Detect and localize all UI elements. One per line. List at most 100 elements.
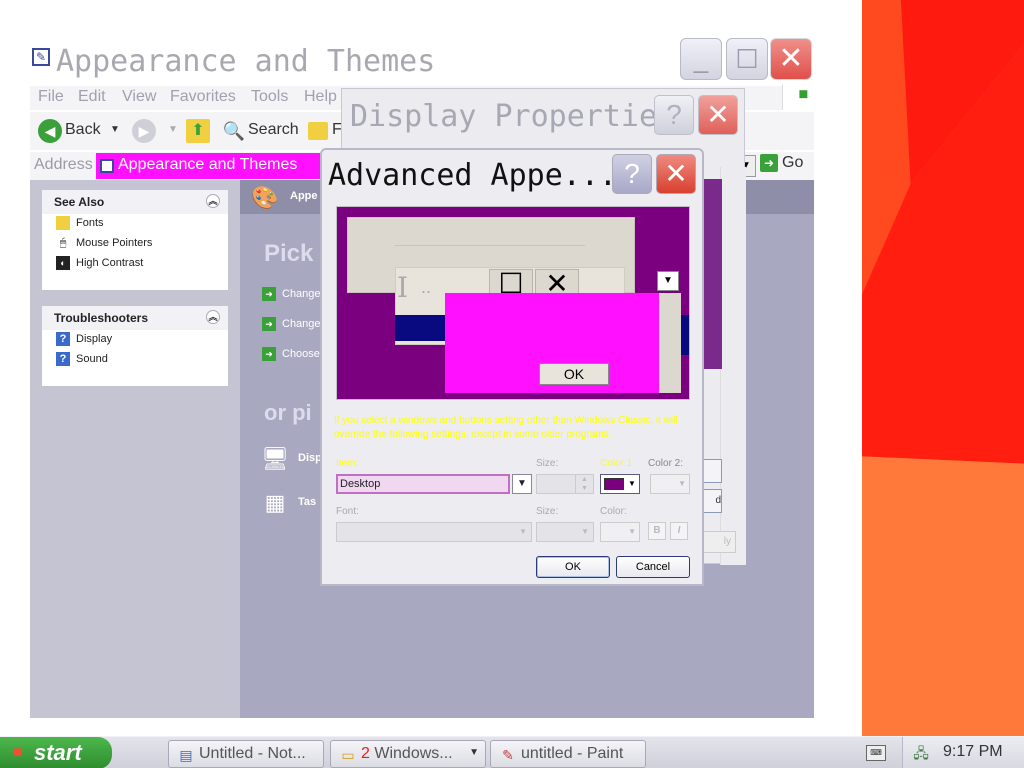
taskbar-button-notepad[interactable]: ▤ Untitled - Not... [168, 740, 324, 768]
preview-dropdown-icon: ▼ [657, 271, 679, 291]
clock[interactable]: 9:17 PM [943, 743, 1003, 761]
system-tray: 🖧 9:17 PM [902, 737, 1024, 768]
taskbar-button-paint[interactable]: ✎ untitled - Paint [490, 740, 646, 768]
task-link-3[interactable]: ➜ Choose [262, 347, 320, 361]
green-arrow-icon: ➜ [262, 317, 276, 331]
folders-icon [308, 122, 328, 140]
group-dropdown-icon: ▼ [469, 747, 479, 758]
link-sound[interactable]: ? Sound [42, 350, 228, 370]
close-icon: ✕ [778, 42, 804, 75]
menu-file[interactable]: File [38, 88, 64, 106]
color1-label: Color 1: [600, 458, 636, 469]
close-icon: ✕ [706, 99, 730, 130]
display-preview [704, 179, 722, 369]
network-icon[interactable]: 🖧 [911, 743, 931, 763]
explorer-title-bar[interactable]: ✎ Appearance and Themes _ ☐ ✕ [0, 0, 862, 84]
category-title: Appe [290, 190, 318, 202]
task-link-1[interactable]: ➜ Change [262, 287, 321, 301]
maximize-button[interactable]: ☐ [726, 38, 768, 80]
back-arrow-icon[interactable]: ◀ [38, 119, 62, 143]
windows-logo-icon: ■ [13, 744, 23, 761]
menu-view[interactable]: View [122, 88, 156, 106]
preview-message-edge [659, 293, 681, 393]
green-arrow-icon: ➜ [262, 347, 276, 361]
desktop-wallpaper [862, 0, 1024, 736]
go-label: Go [782, 154, 804, 171]
collapse-chevron-icon[interactable]: ︽ [206, 310, 220, 324]
task-pane: See Also ︽ Fonts 🖱 Mouse Pointers ◐ High C… [30, 180, 240, 718]
paint-icon: ✎ [502, 747, 514, 763]
font-select: ▼ [336, 522, 532, 542]
link-mouse-pointers[interactable]: 🖱 Mouse Pointers [42, 234, 228, 254]
help-button[interactable]: ? [654, 95, 694, 135]
help-icon: ? [56, 332, 70, 346]
display-applet[interactable]: 🖥 Disp [260, 444, 322, 480]
close-button[interactable]: ✕ [698, 95, 738, 135]
back-dropdown-icon[interactable]: ▼ [110, 124, 120, 135]
preview-window-bar [395, 245, 585, 267]
pick-task-heading: Pick [264, 240, 314, 267]
menu-help[interactable]: Help [304, 88, 337, 106]
or-pick-heading: or pi [264, 400, 312, 425]
forward-dropdown-icon[interactable]: ▼ [168, 124, 178, 135]
color1-picker[interactable]: ▼ [600, 474, 640, 494]
font-color-label: Color: [600, 506, 627, 517]
up-folder-icon[interactable]: ⬆ [186, 119, 210, 143]
close-button[interactable]: ✕ [770, 38, 812, 80]
apply-button[interactable]: ly [700, 531, 736, 553]
size-stepper: ▲ ▼ [536, 474, 594, 494]
search-icon: 🔍 [222, 121, 246, 141]
close-button[interactable]: ✕ [656, 154, 696, 194]
cancel-button[interactable]: Cancel [616, 556, 690, 578]
taskbar: ■ start ▤ Untitled - Not... ▭ 2 Windows.… [0, 736, 1024, 768]
address-input[interactable]: Appearance and Themes [96, 153, 346, 179]
address-label: Address [34, 156, 93, 173]
troubleshooters-header[interactable]: Troubleshooters ︽ [42, 306, 228, 330]
link-fonts[interactable]: Fonts [42, 214, 228, 234]
address-value: Appearance and Themes [118, 156, 298, 173]
help-icon: ? [624, 158, 640, 189]
start-button[interactable]: ■ start [0, 737, 112, 768]
help-button[interactable]: ? [612, 154, 652, 194]
italic-button: I [670, 522, 688, 540]
menu-tools[interactable]: Tools [251, 88, 288, 106]
item-select[interactable]: Desktop [336, 474, 510, 494]
advanced-appearance-dialog: Advanced Appe... ? ✕ I .. ☐ ✕ ▼ OK If yo… [320, 148, 704, 586]
size-label: Size: [536, 458, 559, 469]
display-icon: 🖥 [261, 446, 289, 471]
search-button[interactable]: Search [248, 121, 299, 139]
go-arrow-icon: ➜ [760, 154, 778, 172]
forward-arrow-icon[interactable]: ▶ [132, 119, 156, 143]
appearance-preview[interactable]: I .. ☐ ✕ ▼ OK [336, 206, 690, 400]
back-button[interactable]: Back [65, 121, 101, 139]
collapse-chevron-icon[interactable]: ︽ [206, 194, 220, 208]
control-panel-icon [100, 159, 114, 173]
help-icon: ? [56, 352, 70, 366]
go-button[interactable]: ➜ Go [760, 154, 814, 178]
menu-edit[interactable]: Edit [78, 88, 106, 106]
notepad-icon: ▤ [179, 747, 193, 763]
close-icon: ✕ [664, 158, 688, 189]
link-high-contrast[interactable]: ◐ High Contrast [42, 254, 228, 274]
taskbar-icon: ▦ [264, 490, 286, 515]
ok-button[interactable]: OK [536, 556, 610, 578]
folder-icon: ▭ [341, 747, 355, 763]
see-also-header[interactable]: See Also ︽ [42, 190, 228, 214]
dialog-edge [720, 167, 746, 565]
minimize-button[interactable]: _ [680, 38, 722, 80]
color1-swatch [604, 478, 624, 490]
link-display[interactable]: ? Display [42, 330, 228, 350]
control-panel-icon: ✎ [32, 48, 50, 66]
color1-dropdown-icon: ▼ [628, 479, 636, 488]
color2-label: Color 2: [648, 458, 684, 469]
menu-favorites[interactable]: Favorites [170, 88, 236, 106]
item-dropdown-icon[interactable]: ▼ [512, 474, 532, 494]
stepper-arrows-icon: ▲ ▼ [575, 475, 593, 493]
green-arrow-icon: ➜ [262, 287, 276, 301]
font-size-label: Size: [536, 506, 559, 517]
taskbar-button-windows-group[interactable]: ▭ 2 Windows... ▼ [330, 740, 486, 768]
task-link-2[interactable]: ➜ Change [262, 317, 321, 331]
item-label: Item: [336, 458, 359, 469]
taskbar-applet[interactable]: ▦ Tas [260, 488, 317, 524]
keyboard-icon[interactable]: ⌨ [866, 745, 886, 761]
